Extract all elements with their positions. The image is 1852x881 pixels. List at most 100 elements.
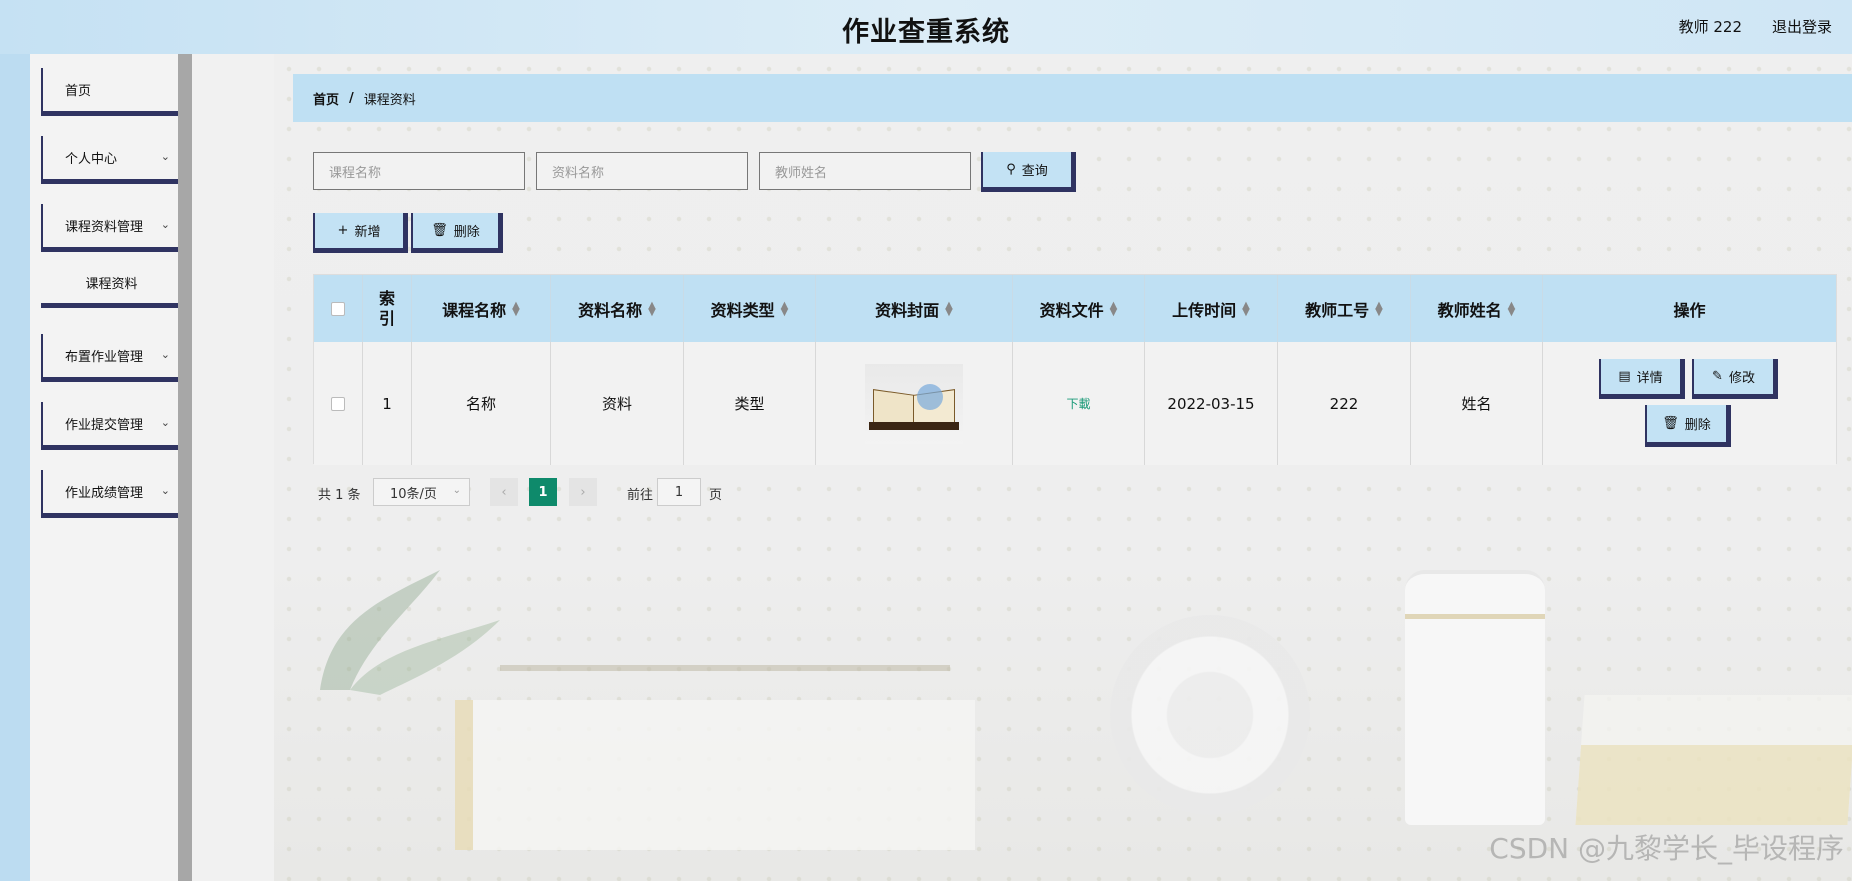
pencil-icon: ✎ bbox=[1712, 369, 1723, 384]
breadcrumb-home[interactable]: 首页 bbox=[313, 89, 339, 108]
goto-suffix: 页 bbox=[709, 488, 723, 503]
sidebar-item-label: 作业成绩管理 bbox=[65, 486, 144, 501]
plant-decoration bbox=[320, 570, 500, 695]
sidebar-accent-strip bbox=[0, 54, 30, 881]
sort-icon[interactable]: ▲ ▼ bbox=[512, 300, 520, 317]
add-button-label: 新增 bbox=[354, 225, 381, 240]
sidebar-item-home[interactable]: 首页 bbox=[41, 68, 187, 116]
sidebar-item-personal-center[interactable]: 个人中心 ⌄ bbox=[41, 136, 187, 184]
query-button[interactable]: ⚲ 查询 bbox=[981, 152, 1076, 192]
header-select-all[interactable] bbox=[314, 275, 363, 342]
current-user: 教师 222 bbox=[1678, 18, 1742, 36]
sidebar-item-label: 作业提交管理 bbox=[65, 418, 144, 433]
page-number-current[interactable]: 1 bbox=[529, 478, 557, 506]
header-index-line2: 引 bbox=[378, 308, 395, 328]
sort-icon[interactable]: ▲ ▼ bbox=[1508, 300, 1516, 317]
book-cover-image[interactable] bbox=[865, 363, 963, 444]
sort-icon[interactable]: ▲ ▼ bbox=[1375, 300, 1383, 317]
chevron-down-icon: ⌄ bbox=[160, 348, 170, 361]
tray-decoration bbox=[500, 665, 950, 695]
header-label: 资料封面 bbox=[875, 300, 940, 320]
sidebar-item-course-material-mgmt[interactable]: 课程资料管理 ⌄ bbox=[41, 204, 187, 252]
row-teacher-name: 姓名 bbox=[1411, 342, 1543, 465]
header-upload-time[interactable]: 上传时间 ▲ ▼ bbox=[1145, 275, 1278, 342]
row-teacher-id: 222 bbox=[1278, 342, 1411, 465]
header-label: 课程名称 bbox=[442, 300, 507, 320]
header-label: 资料名称 bbox=[578, 300, 643, 320]
sort-icon[interactable]: ▲ ▼ bbox=[945, 300, 953, 317]
row-select[interactable] bbox=[314, 342, 363, 465]
sidebar-item-homework-submission-mgmt[interactable]: 作业提交管理 ⌄ bbox=[41, 402, 187, 450]
row-material-cover bbox=[816, 342, 1013, 465]
add-button[interactable]: + 新增 bbox=[313, 213, 408, 253]
bulk-delete-button-label: 删除 bbox=[453, 225, 480, 240]
box-decoration bbox=[455, 700, 975, 850]
table-header: 索 引 课程名称 ▲ ▼ 资料名称 ▲ ▼ 资料类型 ▲ ▼ 资料封面 ▲ ▼ 资料文件… bbox=[314, 275, 1836, 342]
row-delete-button[interactable]: 🗑 删除 bbox=[1645, 405, 1731, 447]
row-material-name: 资料 bbox=[551, 342, 684, 465]
content-gutter bbox=[192, 54, 274, 881]
header-course-name[interactable]: 课程名称 ▲ ▼ bbox=[412, 275, 551, 342]
cylinder-decoration bbox=[1405, 570, 1545, 825]
header-material-type[interactable]: 资料类型 ▲ ▼ bbox=[684, 275, 816, 342]
header-teacher-id[interactable]: 教师工号 ▲ ▼ bbox=[1278, 275, 1411, 342]
prev-page-button[interactable]: ‹ bbox=[490, 478, 518, 506]
material-name-input[interactable]: 资料名称 bbox=[536, 152, 748, 190]
sort-icon[interactable]: ▲ ▼ bbox=[1242, 300, 1250, 317]
logout-link[interactable]: 退出登录 bbox=[1772, 16, 1832, 37]
sidebar-item-label: 布置作业管理 bbox=[65, 350, 144, 365]
row-checkbox[interactable] bbox=[331, 396, 345, 411]
select-all-checkbox[interactable] bbox=[331, 301, 345, 316]
next-page-button[interactable]: › bbox=[569, 478, 597, 506]
app-title: 作业查重系统 bbox=[842, 17, 1010, 48]
header-index-line1: 索 bbox=[378, 288, 395, 308]
page-size-select[interactable]: 10条/页 ⌄ bbox=[373, 478, 470, 506]
plus-icon: + bbox=[337, 223, 349, 238]
row-upload-time: 2022-03-15 bbox=[1145, 342, 1278, 465]
search-icon: ⚲ bbox=[1006, 162, 1016, 177]
row-course-name: 名称 bbox=[412, 342, 551, 465]
sort-icon[interactable]: ▲ ▼ bbox=[781, 300, 789, 317]
sort-icon[interactable]: ▲ ▼ bbox=[1110, 300, 1118, 317]
chevron-down-icon: ⌄ bbox=[160, 218, 170, 231]
detail-button[interactable]: ▤ 详情 bbox=[1599, 359, 1685, 399]
header-material-cover[interactable]: 资料封面 ▲ ▼ bbox=[816, 275, 1013, 342]
query-button-label: 查询 bbox=[1021, 164, 1048, 179]
header-label: 上传时间 bbox=[1172, 300, 1237, 320]
teacher-name-input[interactable]: 教师姓名 bbox=[759, 152, 971, 190]
sidebar-item-assign-homework-mgmt[interactable]: 布置作业管理 ⌄ bbox=[41, 334, 187, 382]
sidebar-item-label: 课程资料管理 bbox=[65, 220, 144, 235]
header-material-file[interactable]: 资料文件 ▲ ▼ bbox=[1013, 275, 1145, 342]
sidebar-item-label: 首页 bbox=[65, 84, 92, 99]
edit-button[interactable]: ✎ 修改 bbox=[1692, 359, 1778, 399]
course-name-input[interactable]: 课程名称 bbox=[313, 152, 525, 190]
goto-label: 前往 bbox=[627, 488, 654, 503]
trash-icon: 🗑 bbox=[431, 223, 448, 238]
chevron-down-icon: ⌄ bbox=[160, 416, 170, 429]
sidebar-subitem-label: 课程资料 bbox=[85, 277, 138, 292]
header-teacher-name[interactable]: 教师姓名 ▲ ▼ bbox=[1411, 275, 1543, 342]
page-size-value: 10条/页 bbox=[390, 486, 437, 502]
goto-page-input[interactable]: 1 bbox=[657, 478, 701, 506]
pagination-total: 共 1 条 bbox=[318, 488, 361, 503]
sidebar-divider bbox=[178, 54, 192, 881]
header-material-name[interactable]: 资料名称 ▲ ▼ bbox=[551, 275, 684, 342]
chevron-down-icon: ⌄ bbox=[160, 150, 170, 163]
row-material-type: 类型 bbox=[684, 342, 816, 465]
download-link[interactable]: 下載 bbox=[1066, 395, 1090, 412]
book-decoration bbox=[1575, 695, 1852, 825]
sort-icon[interactable]: ▲ ▼ bbox=[648, 300, 656, 317]
chevron-down-icon: ⌄ bbox=[452, 485, 461, 496]
bulk-delete-button[interactable]: 🗑 删除 bbox=[411, 213, 503, 253]
row-delete-button-label: 删除 bbox=[1684, 418, 1711, 433]
header-actions: 操作 bbox=[1543, 275, 1836, 342]
top-header: 作业查重系统 教师 222 退出登录 bbox=[0, 0, 1852, 54]
header-label: 资料类型 bbox=[710, 300, 775, 320]
sidebar-item-homework-grade-mgmt[interactable]: 作业成绩管理 ⌄ bbox=[41, 470, 187, 518]
edit-button-label: 修改 bbox=[1728, 371, 1755, 386]
sidebar-item-label: 个人中心 bbox=[65, 152, 118, 167]
sidebar-subitem-course-material[interactable]: 课程资料 bbox=[41, 262, 187, 308]
chevron-down-icon: ⌄ bbox=[160, 484, 170, 497]
trash-icon: 🗑 bbox=[1662, 416, 1679, 431]
sidebar: 首页 个人中心 ⌄ 课程资料管理 ⌄ 课程资料 布置作业管理 ⌄ 作业提交管理 … bbox=[30, 54, 187, 881]
